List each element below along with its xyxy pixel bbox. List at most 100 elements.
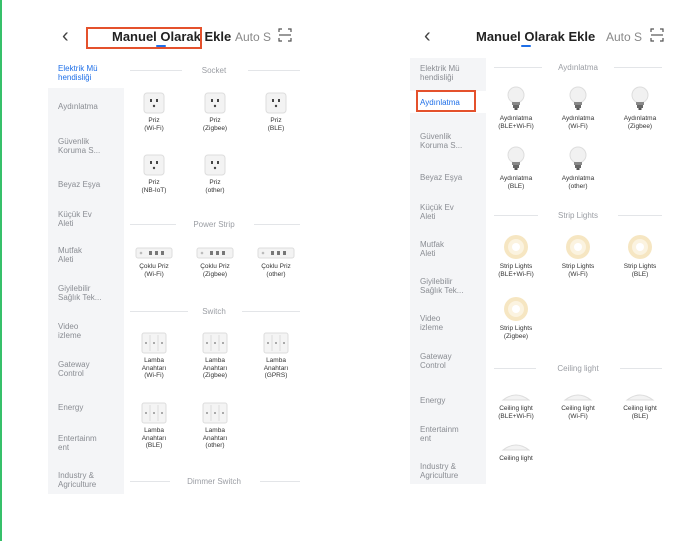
device-label: Lamba Anahtarı (other) [202, 427, 228, 449]
device-priz-zigbee[interactable]: Priz (Zigbee) [185, 92, 245, 132]
sidebar-item-energy[interactable]: Energy [48, 392, 124, 422]
sidebar-item-security[interactable]: Güvenlik Koruma S... [410, 126, 486, 156]
sidebar-item-gateway[interactable]: Gateway Control [48, 354, 124, 384]
device-strip-blewifi[interactable]: Strip Lights (BLE+Wi-Fi) [486, 234, 546, 278]
sidebar-item-wearables[interactable]: Giyilebilir Sağlık Tek... [48, 278, 124, 308]
sidebar-item-label: Energy [58, 402, 84, 412]
sidebar-item-energy[interactable]: Energy [410, 385, 486, 415]
sidebar-item-security[interactable]: Güvenlik Koruma S... [48, 131, 124, 161]
sidebar-item-lighting[interactable]: Aydınlatma [48, 91, 124, 121]
device-priz-wifi[interactable]: Priz (Wi-Fi) [124, 92, 184, 132]
device-strip-wifi[interactable]: Strip Lights (Wi-Fi) [548, 234, 608, 278]
device-ceil-ble[interactable]: Ceiling light (BLE) [610, 390, 670, 420]
back-icon[interactable]: ‹ [62, 25, 69, 48]
sidebar-item-label: Aydınlatma [58, 101, 98, 111]
device-strip-ble[interactable]: Strip Lights (BLE) [610, 234, 670, 278]
sidebar-item-label: Giyilebilir Sağlık Tek... [420, 277, 464, 295]
power-strip-icon [196, 247, 234, 259]
scan-icon[interactable] [650, 28, 664, 42]
device-lamba-ble[interactable]: Lamba Anahtarı (BLE) [124, 402, 184, 450]
sidebar-item-small-appliances[interactable]: Küçük Ev Aleti [48, 204, 124, 234]
device-ceil-blewifi[interactable]: Ceiling light (BLE+Wi-Fi) [486, 390, 546, 420]
scan-icon[interactable] [278, 28, 292, 42]
right-screen: ‹ Manuel Olarak Ekle Auto S Elektrik Mü … [410, 22, 670, 484]
category-sidebar: Elektrik Mü hendisliği Aydınlatma Güvenl… [410, 58, 486, 484]
sidebar-item-label: Beyaz Eşya [58, 179, 101, 189]
device-ayd-zigbee[interactable]: Aydınlatma (Zigbee) [610, 86, 670, 130]
sidebar-item-industry[interactable]: Industry & Agriculture [48, 465, 124, 494]
sidebar-item-label: Energy [420, 395, 446, 405]
device-ayd-wifi[interactable]: Aydınlatma (Wi-Fi) [548, 86, 608, 130]
device-lamba-wifi[interactable]: Lamba Anahtarı (Wi-Fi) [124, 332, 184, 380]
device-coklu-wifi[interactable]: Çoklu Priz (Wi-Fi) [124, 246, 184, 278]
device-label: Priz (Wi-Fi) [144, 117, 164, 132]
ceiling-light-icon [501, 394, 531, 401]
sidebar-item-appliances[interactable]: Beyaz Eşya [48, 169, 124, 199]
sidebar-item-small-appliances[interactable]: Küçük Ev Aleti [410, 197, 486, 227]
device-priz-ble[interactable]: Priz (BLE) [246, 92, 304, 132]
strip-light-icon [566, 235, 590, 259]
strip-light-icon [628, 235, 652, 259]
sidebar-item-gateway[interactable]: Gateway Control [410, 346, 486, 376]
sidebar-item-industry[interactable]: Industry & Agriculture [410, 456, 486, 484]
device-grid: Aydınlatma Aydınlatma (BLE+Wi-Fi) Aydınl… [486, 58, 670, 484]
sidebar-item-label: Gateway Control [420, 352, 452, 370]
device-strip-zigbee[interactable]: Strip Lights (Zigbee) [486, 296, 546, 340]
device-label: Aydınlatma (Zigbee) [623, 115, 657, 130]
divider [248, 70, 300, 71]
sidebar-item-appliances[interactable]: Beyaz Eşya [410, 162, 486, 192]
device-ceil-wifi[interactable]: Ceiling light (Wi-Fi) [548, 390, 608, 420]
wall-switch-icon [202, 332, 228, 354]
device-label: Lamba Anahtarı (Wi-Fi) [141, 357, 167, 379]
socket-icon [143, 92, 165, 114]
sidebar-item-wearables[interactable]: Giyilebilir Sağlık Tek... [410, 271, 486, 301]
device-label: Ceiling light (BLE+Wi-Fi) [498, 405, 534, 420]
device-ayd-ble[interactable]: Aydınlatma (BLE) [486, 146, 546, 190]
sidebar-item-kitchen[interactable]: Mutfak Aleti [410, 234, 486, 264]
light-bulb-icon [569, 146, 587, 170]
wall-switch-icon [202, 402, 228, 424]
device-coklu-other[interactable]: Çoklu Priz (other) [246, 246, 304, 278]
device-ceil-partial[interactable]: Ceiling light [486, 440, 546, 463]
tab-auto-scan[interactable]: Auto S [606, 30, 642, 44]
sidebar-item-label: Elektrik Mü hendisliği [58, 64, 98, 82]
device-lamba-gprs[interactable]: Lamba Anahtarı (GPRS) [246, 332, 304, 380]
device-lamba-other[interactable]: Lamba Anahtarı (other) [185, 402, 245, 450]
divider [260, 481, 300, 482]
divider [242, 311, 300, 312]
wall-switch-icon [141, 332, 167, 354]
divider [620, 368, 662, 369]
sidebar-item-entertainment[interactable]: Entertainm ent [410, 419, 486, 449]
sidebar-item-label: Güvenlik Koruma S... [420, 132, 463, 150]
sidebar-item-kitchen[interactable]: Mutfak Aleti [48, 240, 124, 270]
device-label: Aydınlatma (BLE) [499, 175, 533, 190]
divider [254, 224, 300, 225]
device-label: Aydınlatma (Wi-Fi) [561, 115, 595, 130]
sidebar-item-label: Mutfak Aleti [420, 240, 445, 258]
device-label: Çoklu Priz (other) [261, 263, 291, 278]
back-icon[interactable]: ‹ [424, 25, 431, 48]
device-grid: Socket Priz (Wi-Fi) Priz (Zigbee) Priz (… [124, 58, 304, 494]
sidebar-item-label: Industry & Agriculture [420, 462, 459, 480]
power-strip-icon [135, 247, 173, 259]
device-label: Çoklu Priz (Wi-Fi) [139, 263, 169, 278]
device-priz-nbiot[interactable]: Priz (NB-IoT) [124, 154, 184, 194]
device-label: Strip Lights (BLE+Wi-Fi) [498, 263, 534, 278]
device-ayd-blewifi[interactable]: Aydınlatma (BLE+Wi-Fi) [486, 86, 546, 130]
device-coklu-zigbee[interactable]: Çoklu Priz (Zigbee) [185, 246, 245, 278]
sidebar-item-entertainment[interactable]: Entertainm ent [48, 428, 124, 458]
tab-auto-scan[interactable]: Auto S [235, 30, 271, 44]
device-label: Aydınlatma (BLE+Wi-Fi) [498, 115, 534, 130]
sidebar-item-video[interactable]: Video izleme [48, 316, 124, 346]
device-priz-other[interactable]: Priz (other) [185, 154, 245, 194]
device-ayd-other[interactable]: Aydınlatma (other) [548, 146, 608, 190]
device-lamba-zigbee[interactable]: Lamba Anahtarı (Zigbee) [185, 332, 245, 380]
sidebar-item-label: Küçük Ev Aleti [420, 203, 454, 221]
wall-switch-icon [263, 332, 289, 354]
device-label: Lamba Anahtarı (GPRS) [263, 357, 289, 379]
sidebar-item-video[interactable]: Video izleme [410, 308, 486, 338]
sidebar-item-electrical[interactable]: Elektrik Mü hendisliği [410, 58, 486, 88]
sidebar-item-label: Video izleme [420, 314, 444, 332]
sidebar-item-electrical[interactable]: Elektrik Mü hendisliği [48, 58, 124, 88]
sidebar-item-label: Güvenlik Koruma S... [58, 137, 101, 155]
